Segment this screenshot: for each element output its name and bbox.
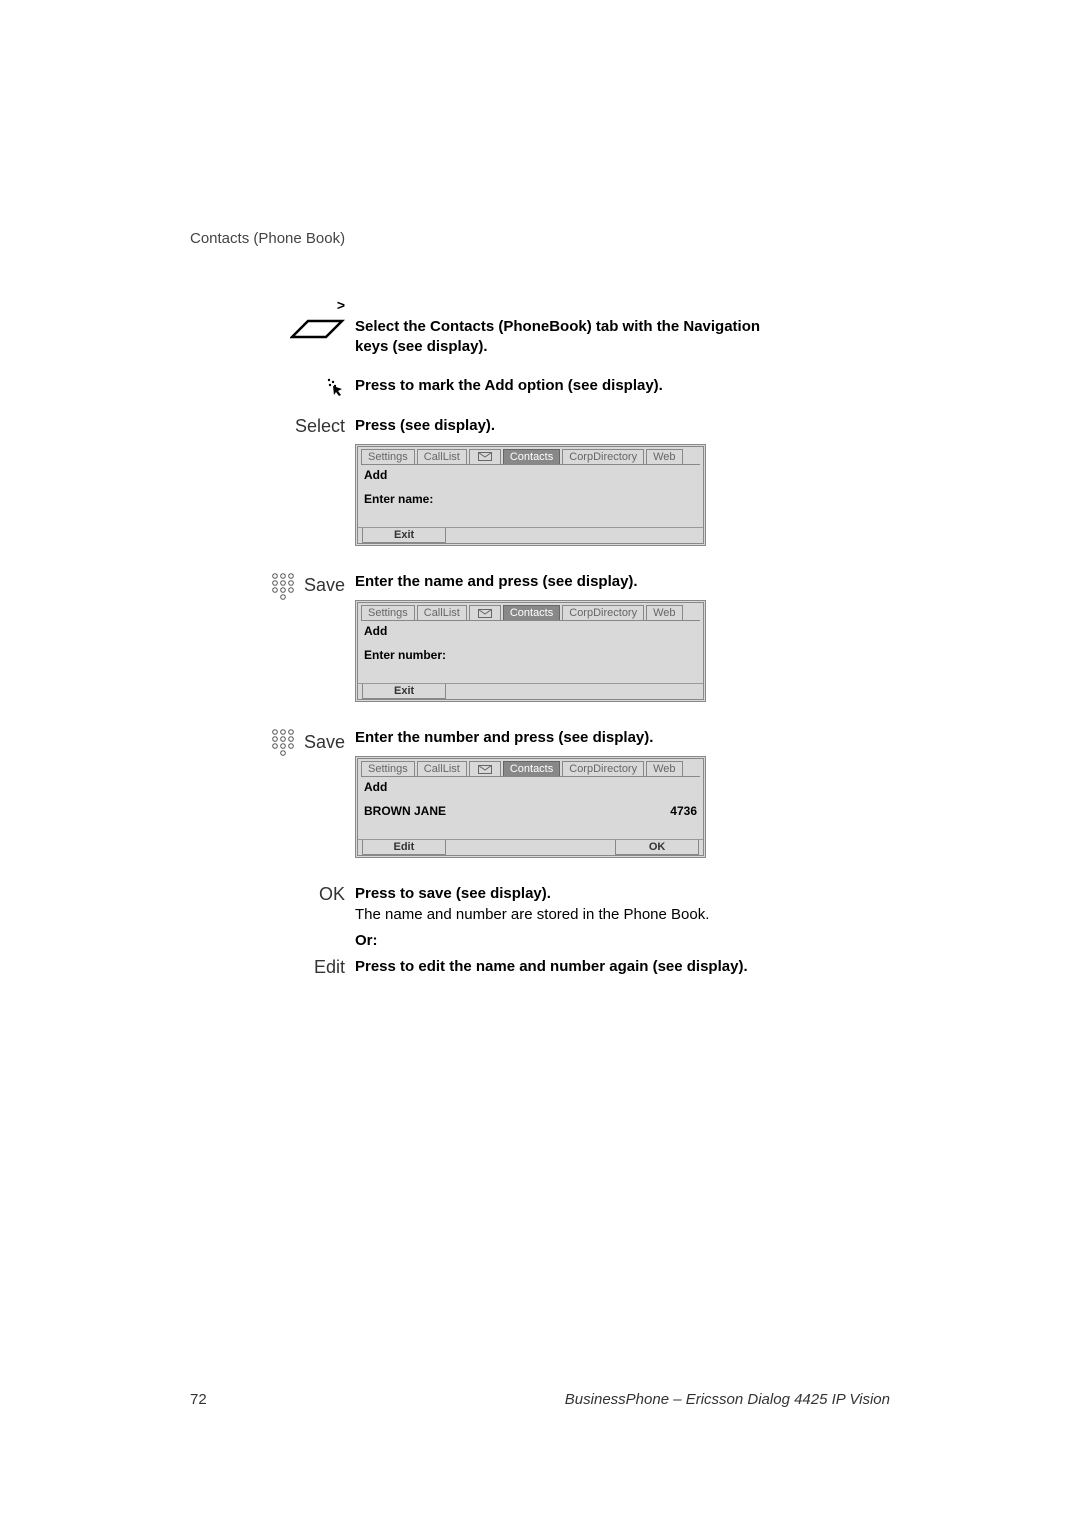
instruction-text: Press to edit the name and number again … [355, 957, 785, 977]
softkey-exit: Exit [362, 528, 446, 543]
tab-settings: Settings [361, 605, 415, 620]
display-title: Add [364, 780, 697, 794]
content-block: > Select the Contacts (PhoneBook) tab wi… [265, 317, 785, 978]
phone-display-3: Settings CallList Contacts CorpDirectory… [355, 756, 706, 858]
instruction-text: Press to mark the Add option (see displa… [355, 376, 785, 396]
display-prompt: Enter number: [364, 648, 697, 662]
page-footer: 72 BusinessPhone – Ericsson Dialog 4425 … [190, 1391, 890, 1408]
step-or: Or: [265, 931, 785, 951]
display-title: Add [364, 468, 697, 482]
tab-corpdirectory: CorpDirectory [562, 605, 644, 620]
tab-calllist: CallList [417, 761, 467, 776]
softkey-empty [533, 684, 615, 699]
softkey-empty [448, 528, 530, 543]
display-prompt: Enter name: [364, 492, 697, 506]
softkey-empty [533, 528, 615, 543]
select-softkey-label: Select [295, 416, 345, 437]
display-title: Add [364, 624, 697, 638]
softkey-empty [617, 684, 699, 699]
instruction-text: Press to save (see display). [355, 884, 785, 904]
cursor-add-icon [323, 376, 345, 398]
keypad-icon [270, 572, 298, 600]
step-ok: OK Press to save (see display). The name… [265, 884, 785, 925]
softkey-empty [617, 528, 699, 543]
page-number: 72 [190, 1391, 207, 1408]
ok-softkey-label: OK [319, 884, 345, 905]
step-select: Select Press (see display). Settings Cal… [265, 416, 785, 568]
softkey-empty [532, 840, 614, 855]
tab-calllist: CallList [417, 605, 467, 620]
or-label: Or: [355, 931, 785, 951]
tab-web: Web [646, 761, 682, 776]
save-softkey-label: Save [304, 732, 345, 753]
step-mark-add: Press to mark the Add option (see displa… [265, 376, 785, 398]
phone-display-2: Settings CallList Contacts CorpDirectory… [355, 600, 706, 702]
tab-web: Web [646, 449, 682, 464]
keypad-icon [270, 728, 298, 756]
softkey-empty [448, 840, 530, 855]
tab-contacts: Contacts [503, 605, 560, 620]
entry-number: 4736 [670, 804, 697, 818]
softkey-empty [448, 684, 530, 699]
tab-calllist: CallList [417, 449, 467, 464]
tab-mail-icon [469, 449, 501, 464]
tab-settings: Settings [361, 449, 415, 464]
instruction-text: Enter the name and press (see display). [355, 572, 785, 592]
tab-contacts: Contacts [503, 761, 560, 776]
softkey-exit: Exit [362, 684, 446, 699]
step-edit: Edit Press to edit the name and number a… [265, 957, 785, 978]
step-save-number: Save Enter the number and press (see dis… [265, 728, 785, 880]
page: Contacts (Phone Book) > Select the Conta… [0, 0, 1080, 1528]
tab-corpdirectory: CorpDirectory [562, 449, 644, 464]
tab-settings: Settings [361, 761, 415, 776]
phone-display-1: Settings CallList Contacts CorpDirectory… [355, 444, 706, 546]
tab-corpdirectory: CorpDirectory [562, 761, 644, 776]
entry-name: BROWN JANE [364, 804, 446, 818]
edit-softkey-label: Edit [314, 957, 345, 978]
product-name: BusinessPhone – Ericsson Dialog 4425 IP … [565, 1391, 890, 1408]
instruction-text: Enter the number and press (see display)… [355, 728, 785, 748]
instruction-text: The name and number are stored in the Ph… [355, 905, 785, 925]
save-softkey-label: Save [304, 575, 345, 596]
tab-contacts: Contacts [503, 449, 560, 464]
softkey-edit: Edit [362, 840, 446, 855]
nav-arrow-icon: > [337, 297, 345, 313]
instruction-text: Select the Contacts (PhoneBook) tab with… [355, 317, 785, 358]
softkey-ok: OK [615, 840, 699, 855]
section-header: Contacts (Phone Book) [190, 230, 890, 247]
tab-mail-icon [469, 605, 501, 620]
instruction-text: Press (see display). [355, 416, 785, 436]
step-nav-key: > Select the Contacts (PhoneBook) tab wi… [265, 317, 785, 358]
step-save-name: Save Enter the name and press (see displ… [265, 572, 785, 724]
tab-web: Web [646, 605, 682, 620]
navigation-key-icon [290, 317, 345, 343]
tab-mail-icon [469, 761, 501, 776]
